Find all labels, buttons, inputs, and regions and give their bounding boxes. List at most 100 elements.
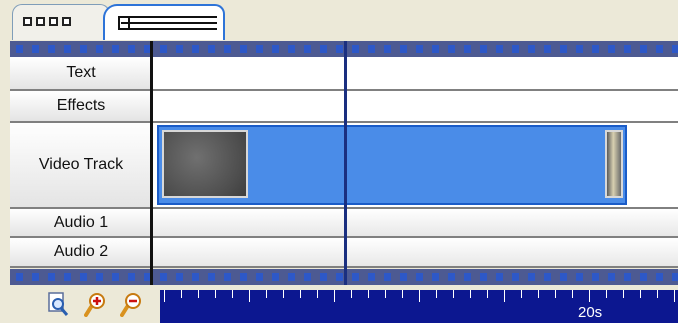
- filmstrip-hole: [320, 273, 327, 281]
- filmstrip-hole: [224, 45, 231, 53]
- filmstrip-hole: [96, 273, 103, 281]
- ruler-minor-tick: [317, 290, 318, 298]
- filmstrip-hole: [256, 45, 263, 53]
- ruler-major-tick: [674, 290, 675, 302]
- filmstrip-hole: [528, 273, 535, 281]
- filmstrip-hole: [368, 45, 375, 53]
- filmstrip-hole: [592, 45, 599, 53]
- track-lane-effects[interactable]: [152, 91, 678, 123]
- filmstrip-hole: [80, 45, 87, 53]
- filmstrip-hole: [496, 273, 503, 281]
- filmstrip-hole: [320, 45, 327, 53]
- ruler-major-tick: [419, 290, 420, 302]
- filmstrip-hole: [208, 45, 215, 53]
- ruler-minor-tick: [385, 290, 386, 298]
- filmstrip-hole: [160, 273, 167, 281]
- time-ruler[interactable]: 20s: [160, 290, 678, 323]
- filmstrip-hole: [640, 45, 647, 53]
- clip-start-thumbnail: [162, 130, 248, 198]
- timeline-view-tab[interactable]: [103, 4, 225, 40]
- ruler-minor-tick: [623, 290, 624, 298]
- filmstrip-hole: [240, 273, 247, 281]
- filmstrip-hole: [448, 45, 455, 53]
- filmstrip-hole: [496, 45, 503, 53]
- filmstrip-hole: [528, 45, 535, 53]
- ruler-minor-tick: [283, 290, 284, 298]
- filmstrip-hole: [176, 273, 183, 281]
- track-lane-text[interactable]: [152, 57, 678, 91]
- filmstrip-hole: [512, 45, 519, 53]
- filmstrip-hole: [80, 273, 87, 281]
- filmstrip-hole: [304, 273, 311, 281]
- filmstrip-hole: [544, 273, 551, 281]
- filmstrip-hole: [176, 45, 183, 53]
- ruler-minor-tick: [181, 290, 182, 298]
- track-label-video: Video Track: [10, 123, 152, 209]
- filmstrip-hole: [560, 273, 567, 281]
- ruler-major-tick: [249, 290, 250, 302]
- filmstrip-hole: [336, 273, 343, 281]
- ruler-minor-tick: [266, 290, 267, 298]
- filmstrip-hole: [32, 45, 39, 53]
- ruler-minor-tick: [453, 290, 454, 298]
- filmstrip-hole: [576, 45, 583, 53]
- track-label-divider: [150, 41, 153, 286]
- filmstrip-hole: [208, 273, 215, 281]
- filmstrip-hole: [288, 273, 295, 281]
- filmstrip-hole: [432, 273, 439, 281]
- filmstrip-hole: [240, 45, 247, 53]
- filmstrip-hole: [656, 45, 663, 53]
- filmstrip-hole: [592, 273, 599, 281]
- filmstrip-hole: [224, 273, 231, 281]
- ruler-major-tick: [504, 290, 505, 302]
- zoom-fit-icon: [48, 292, 69, 316]
- ruler-minor-tick: [351, 290, 352, 298]
- filmstrip-hole: [672, 45, 678, 53]
- filmstrip-hole: [352, 45, 359, 53]
- ruler-minor-tick: [657, 290, 658, 298]
- ruler-time-label: 20s: [578, 304, 603, 321]
- ruler-minor-tick: [521, 290, 522, 298]
- ruler-minor-tick: [436, 290, 437, 298]
- track-lane-audio-1[interactable]: [152, 209, 678, 238]
- filmstrip-hole: [64, 273, 71, 281]
- filmstrip-hole: [400, 273, 407, 281]
- track-label-audio-1: Audio 1: [10, 209, 152, 238]
- ruler-major-tick: [164, 290, 165, 302]
- clip-end-thumbnail: [605, 130, 623, 198]
- filmstrip-hole: [288, 45, 295, 53]
- track-label-effects: Effects: [10, 91, 152, 123]
- filmstrip-hole: [32, 273, 39, 281]
- filmstrip-hole: [624, 273, 631, 281]
- filmstrip-hole: [256, 273, 263, 281]
- track-lane-audio-2[interactable]: [152, 238, 678, 268]
- filmstrip-hole: [544, 45, 551, 53]
- ruler-major-tick: [334, 290, 335, 302]
- ruler-minor-tick: [402, 290, 403, 298]
- filmstrip-hole: [640, 273, 647, 281]
- playhead[interactable]: [344, 41, 347, 286]
- filmstrip-hole: [16, 45, 23, 53]
- filmstrip-hole: [560, 45, 567, 53]
- timeline-view-icon: [118, 16, 217, 30]
- filmstrip-hole: [576, 273, 583, 281]
- zoom-out-button[interactable]: [120, 291, 144, 317]
- track-label-text: Text: [10, 57, 152, 91]
- zoom-in-button[interactable]: [84, 291, 108, 317]
- ruler-minor-tick: [538, 290, 539, 298]
- filmstrip-hole: [48, 273, 55, 281]
- zoom-fit-button[interactable]: [46, 291, 70, 317]
- filmstrip-hole: [464, 45, 471, 53]
- storyboard-view-tab[interactable]: [12, 4, 110, 40]
- ruler-minor-tick: [606, 290, 607, 298]
- filmstrip-hole: [48, 45, 55, 53]
- ruler-minor-tick: [470, 290, 471, 298]
- ruler-minor-tick: [572, 290, 573, 298]
- filmstrip-hole: [128, 45, 135, 53]
- filmstrip-hole: [352, 273, 359, 281]
- filmstrip-hole: [112, 273, 119, 281]
- zoom-in-icon: [84, 293, 105, 317]
- filmstrip-hole: [416, 45, 423, 53]
- filmstrip-hole: [432, 45, 439, 53]
- filmstrip-hole: [112, 45, 119, 53]
